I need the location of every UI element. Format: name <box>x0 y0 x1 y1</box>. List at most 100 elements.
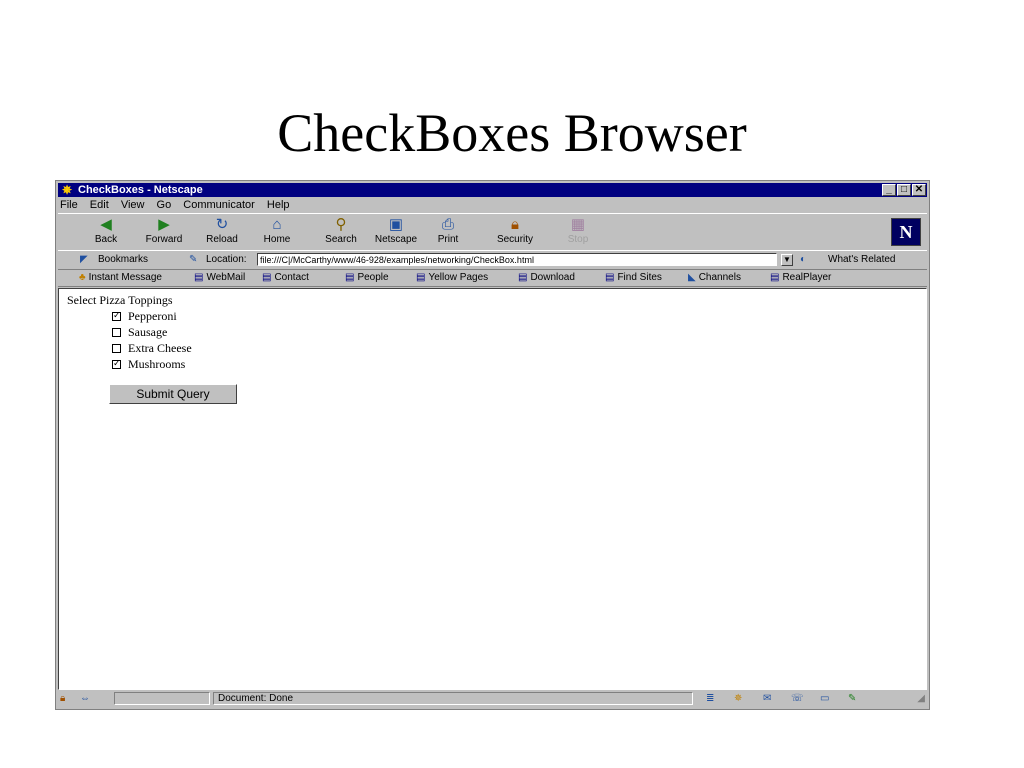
stop-icon: ▦ <box>570 216 586 233</box>
netscape-label: Netscape <box>374 234 418 245</box>
search-icon: ⚲ <box>335 216 347 233</box>
whats-related-button[interactable]: What's Related <box>828 251 896 269</box>
home-icon: ⌂ <box>272 216 282 233</box>
link-download[interactable]: ▤ Download <box>518 269 575 286</box>
netscape-app-icon: ✵ <box>61 183 73 197</box>
navigation-toolbar: ◀ Back ▶ Forward ↻ Reload ⌂ Home ⚲ Searc… <box>58 213 927 251</box>
address-book-icon[interactable]: ▭ <box>820 691 829 707</box>
link-label: Yellow Pages <box>428 272 489 283</box>
link-label: Channels <box>698 272 741 283</box>
link-channels[interactable]: ◣ Channels <box>688 269 741 286</box>
back-button[interactable]: ◀ Back <box>82 216 130 248</box>
slide-title: CheckBoxes Browser <box>277 103 747 163</box>
whats-related-icon: ◐ <box>800 254 807 265</box>
home-label: Home <box>263 234 291 245</box>
reload-label: Reload <box>206 234 238 245</box>
forward-button[interactable]: ▶ Forward <box>140 216 188 248</box>
bookmark-page-icon: ▤ <box>416 272 426 283</box>
link-contact[interactable]: ▤ Contact <box>262 269 309 286</box>
menu-help[interactable]: Help <box>267 199 290 211</box>
component-bar-icon[interactable]: ≣ <box>706 691 714 707</box>
minimize-button[interactable]: _ <box>882 184 896 196</box>
menu-view[interactable]: View <box>121 199 145 211</box>
topping-pepperoni[interactable]: ✓ Pepperoni <box>112 309 177 323</box>
reload-button[interactable]: ↻ Reload <box>198 216 246 248</box>
personal-toolbar: ♣ Instant Message ▤ WebMail ▤ Contact ▤ Peop… <box>58 269 927 287</box>
bookmark-page-icon: ▤ <box>262 272 272 283</box>
close-button[interactable]: ✕ <box>912 184 926 196</box>
page-content: Select Pizza Toppings ✓ Pepperoni Sausage… <box>58 288 927 690</box>
checkbox-label: Pepperoni <box>128 309 177 323</box>
location-label: Location: <box>206 254 247 265</box>
link-label: Download <box>530 272 575 283</box>
back-label: Back <box>94 234 118 245</box>
search-label: Search <box>325 234 357 245</box>
security-status-icon[interactable]: 🔒︎ <box>60 691 65 707</box>
netscape-logo: N <box>891 218 921 246</box>
bookmarks-button[interactable]: Bookmarks <box>98 251 148 269</box>
forward-arrow-icon: ▶ <box>158 216 170 233</box>
menu-file[interactable]: File <box>60 199 78 211</box>
link-webmail[interactable]: ▤ WebMail <box>194 269 245 286</box>
topping-extra-cheese[interactable]: Extra Cheese <box>112 341 192 355</box>
link-label: Find Sites <box>617 272 662 283</box>
submit-query-button[interactable]: Submit Query <box>109 384 237 404</box>
menu-edit[interactable]: Edit <box>90 199 109 211</box>
checkbox-sausage[interactable] <box>112 327 121 337</box>
checkbox-label: Sausage <box>128 325 168 339</box>
status-text: Document: Done <box>213 692 693 705</box>
topping-sausage[interactable]: Sausage <box>112 325 167 339</box>
security-button[interactable]: 🔒︎ Security <box>491 216 539 248</box>
netscape-button[interactable]: ▣ Netscape <box>372 216 420 248</box>
forward-label: Forward <box>145 234 183 245</box>
mail-icon[interactable]: ✉ <box>763 691 771 707</box>
composer-icon[interactable]: ✎ <box>848 691 856 707</box>
print-icon: ⎙ <box>441 216 454 233</box>
checkbox-label: Extra Cheese <box>128 341 192 355</box>
progress-panel <box>114 692 210 705</box>
lock-icon: 🔒︎ <box>511 216 519 233</box>
stop-label: Stop <box>567 234 589 245</box>
bookmark-page-icon: ▤ <box>194 272 204 283</box>
security-label: Security <box>496 234 534 245</box>
print-button[interactable]: ⎙ Print <box>424 216 472 248</box>
home-button[interactable]: ⌂ Home <box>253 216 301 248</box>
instant-message-icon: ♣ <box>79 272 86 283</box>
link-instant-message[interactable]: ♣ Instant Message <box>79 269 162 286</box>
link-find-sites[interactable]: ▤ Find Sites <box>605 269 662 286</box>
discussion-icon[interactable]: ☏ <box>791 691 804 707</box>
checkbox-pepperoni[interactable]: ✓ <box>112 311 121 321</box>
location-icon: ✎ <box>189 254 198 265</box>
reload-icon: ↻ <box>215 216 229 233</box>
menu-bar: File Edit View Go Communicator Help <box>60 198 299 212</box>
menu-go[interactable]: Go <box>157 199 172 211</box>
link-label: WebMail <box>206 272 246 283</box>
link-realplayer[interactable]: ▤ RealPlayer <box>770 269 831 286</box>
bookmark-page-icon: ▤ <box>770 272 780 283</box>
title-bar: ✵ CheckBoxes - Netscape _ □ ✕ <box>58 183 927 197</box>
window-title: CheckBoxes - Netscape <box>78 184 203 196</box>
navigator-icon[interactable]: ✵ <box>734 691 742 707</box>
maximize-button[interactable]: □ <box>897 184 911 196</box>
topping-mushrooms[interactable]: ✓ Mushrooms <box>112 357 185 371</box>
link-label: RealPlayer <box>782 272 832 283</box>
link-people[interactable]: ▤ People <box>345 269 389 286</box>
search-button[interactable]: ⚲ Search <box>317 216 365 248</box>
checkbox-extra-cheese[interactable] <box>112 343 121 353</box>
checkbox-mushrooms[interactable]: ✓ <box>112 359 121 369</box>
bookmark-page-icon: ▤ <box>345 272 355 283</box>
bookmark-page-icon: ▤ <box>518 272 528 283</box>
link-yellow-pages[interactable]: ▤ Yellow Pages <box>416 269 488 286</box>
netscape-icon: ▣ <box>388 216 404 233</box>
form-prompt: Select Pizza Toppings <box>67 293 173 307</box>
location-field[interactable]: file:///C|/McCarthy/www/46-928/examples/… <box>257 253 777 266</box>
checkbox-label: Mushrooms <box>128 357 186 371</box>
connection-status-icon: ⇔ <box>80 693 90 704</box>
stop-button[interactable]: ▦ Stop <box>554 216 602 248</box>
bookmarks-icon: ◤ <box>80 254 88 265</box>
resize-grip-icon[interactable]: ◢ <box>917 691 925 707</box>
location-toolbar: ◤ Bookmarks ✎ Location: file:///C|/McCar… <box>58 250 927 270</box>
back-arrow-icon: ◀ <box>100 216 112 233</box>
menu-communicator[interactable]: Communicator <box>183 199 255 211</box>
chevron-down-icon[interactable]: ▼ <box>781 254 793 266</box>
